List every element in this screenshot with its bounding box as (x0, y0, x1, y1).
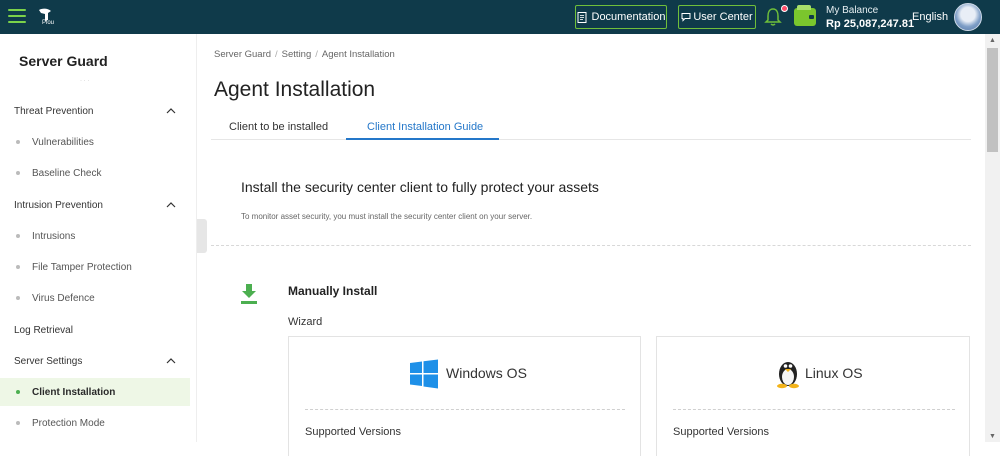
tab-bar: Client to be installed Client Installati… (211, 114, 971, 140)
section-heading: Install the security center client to fu… (241, 179, 599, 195)
language-selector[interactable]: English (912, 11, 948, 23)
linux-tux-icon (777, 362, 799, 389)
download-icon (241, 284, 257, 304)
user-center-button[interactable]: User Center (678, 5, 756, 29)
breadcrumb-item[interactable]: Setting (282, 49, 312, 60)
bullet-icon (16, 140, 20, 144)
sidebar-item-label: Baseline Check (32, 167, 102, 179)
sidebar-item-label: Protection Mode (32, 417, 105, 429)
sidebar-item-log-retrieval[interactable]: Log Retrieval (0, 316, 190, 344)
sidebar-item-intrusions[interactable]: Intrusions (0, 222, 190, 250)
breadcrumb-item-current: Agent Installation (321, 49, 395, 60)
user-avatar[interactable] (954, 3, 982, 31)
wallet-icon[interactable] (794, 5, 816, 26)
windows-os-card[interactable]: Windows OS Supported Versions (288, 336, 641, 456)
page-title: Agent Installation (214, 78, 376, 101)
section-divider (211, 245, 971, 246)
top-navigation-bar: Plou Documentation User Center My Balanc… (0, 0, 1000, 34)
balance-value: Rp 25,087,247.81 (826, 18, 915, 30)
bullet-icon (16, 265, 20, 269)
sidebar-item-client-installation[interactable]: Client Installation (0, 378, 190, 406)
active-tab-indicator (346, 138, 499, 140)
sidebar-item-label: Virus Defence (32, 292, 95, 304)
windows-os-label: Windows OS (446, 365, 527, 381)
bullet-icon (16, 171, 20, 175)
sidebar-group-server-settings[interactable]: Server Settings (0, 347, 190, 375)
sidebar-item-label: Client Installation (32, 386, 116, 398)
breadcrumb-separator: / (315, 49, 318, 60)
card-divider (673, 409, 955, 410)
sidebar-item-baseline-check[interactable]: Baseline Check (0, 159, 190, 187)
wizard-label: Wizard (288, 316, 323, 328)
notification-badge (781, 5, 788, 12)
documentation-label: Documentation (591, 11, 666, 23)
sidebar-group-intrusion-prevention[interactable]: Intrusion Prevention (0, 191, 190, 219)
sidebar: Server Guard · · · Threat Prevention Vul… (0, 34, 197, 442)
tab-client-to-be-installed[interactable]: Client to be installed (229, 121, 328, 133)
scroll-up-arrow-icon[interactable]: ▲ (989, 37, 996, 44)
sidebar-item-label: Vulnerabilities (32, 136, 94, 148)
sidebar-item-file-tamper-protection[interactable]: File Tamper Protection (0, 253, 190, 281)
section-description: To monitor asset security, you must inst… (241, 212, 533, 221)
sidebar-group-label: Threat Prevention (14, 105, 94, 117)
breadcrumb-separator: / (275, 49, 278, 60)
linux-os-card[interactable]: Linux OS Supported Versions (656, 336, 970, 456)
card-divider (305, 409, 625, 410)
bullet-icon (16, 421, 20, 425)
balance-label: My Balance (826, 5, 879, 16)
supported-versions-label: Supported Versions (673, 426, 770, 438)
sidebar-item-label: File Tamper Protection (32, 261, 132, 273)
scroll-down-arrow-icon[interactable]: ▼ (989, 433, 996, 440)
breadcrumb: Server Guard / Setting / Agent Installation (214, 49, 395, 60)
bullet-icon (16, 234, 20, 238)
sidebar-collapse-handle[interactable] (197, 219, 207, 253)
scroll-hint-dots: · · · (80, 78, 90, 84)
sidebar-group-label: Server Settings (14, 355, 83, 367)
tab-client-installation-guide[interactable]: Client Installation Guide (367, 121, 483, 133)
windows-icon (410, 359, 438, 389)
chat-icon (681, 13, 691, 22)
sidebar-item-protection-mode[interactable]: Protection Mode (0, 409, 190, 437)
sidebar-item-label: Intrusions (32, 230, 76, 242)
sidebar-group-threat-prevention[interactable]: Threat Prevention (0, 97, 190, 125)
main-content: Server Guard / Setting / Agent Installation … (211, 34, 985, 456)
chevron-up-icon (166, 358, 176, 364)
brand-text: Plou (42, 20, 55, 26)
sidebar-title: Server Guard (19, 53, 108, 69)
user-center-label: User Center (693, 11, 753, 23)
document-icon (577, 11, 586, 23)
breadcrumb-item[interactable]: Server Guard (214, 49, 271, 60)
sidebar-group-label: Log Retrieval (14, 324, 73, 336)
scrollbar-thumb[interactable] (987, 48, 998, 152)
supported-versions-label: Supported Versions (305, 426, 402, 438)
menu-icon[interactable] (8, 9, 26, 23)
notification-bell-icon[interactable] (764, 7, 782, 27)
sidebar-item-vulnerabilities[interactable]: Vulnerabilities (0, 128, 190, 156)
manual-install-title: Manually Install (288, 284, 378, 298)
brand-logo[interactable]: Plou (36, 8, 60, 28)
chevron-up-icon (166, 108, 176, 114)
chevron-up-icon (166, 202, 176, 208)
bullet-icon (16, 390, 20, 394)
vertical-scrollbar[interactable]: ▲ ▼ (985, 34, 1000, 442)
documentation-button[interactable]: Documentation (575, 5, 667, 29)
linux-os-label: Linux OS (805, 365, 863, 381)
sidebar-item-virus-defence[interactable]: Virus Defence (0, 284, 190, 312)
sidebar-group-label: Intrusion Prevention (14, 199, 103, 211)
bullet-icon (16, 296, 20, 300)
